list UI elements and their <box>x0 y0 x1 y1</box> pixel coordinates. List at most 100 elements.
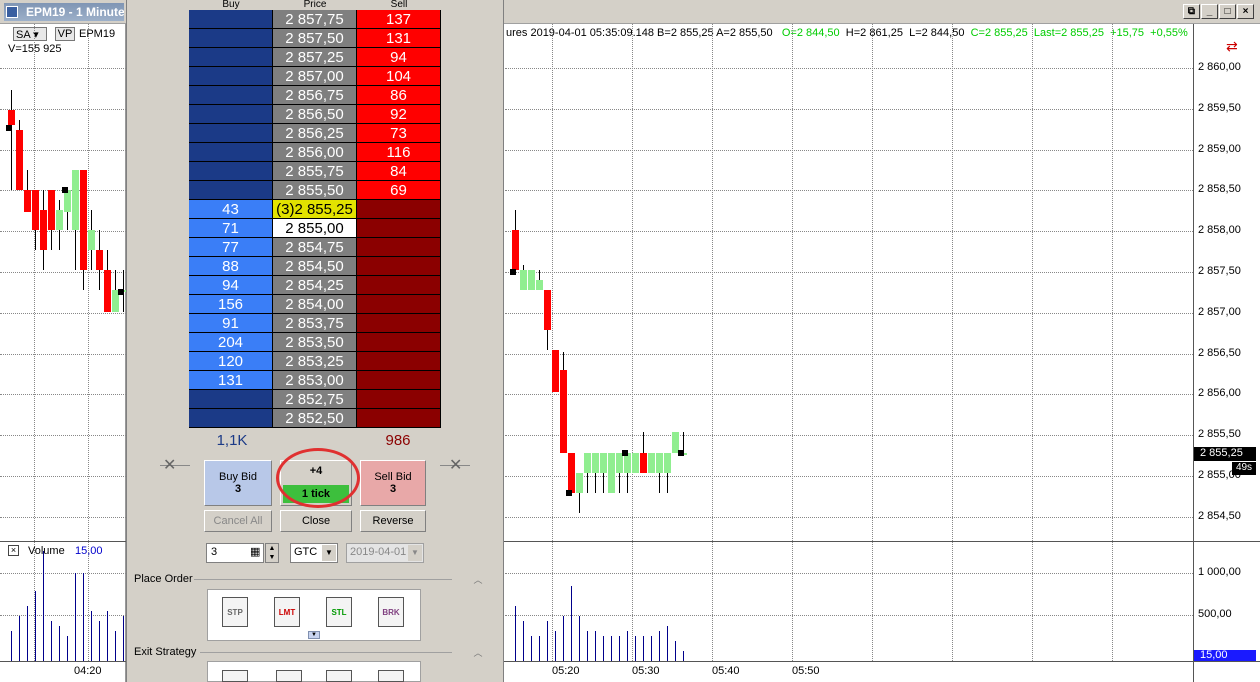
maximize-button[interactable]: □ <box>1219 4 1236 19</box>
ladder-sell-cell[interactable] <box>357 333 441 352</box>
ladder-buy-cell[interactable]: 131 <box>189 371 273 390</box>
close-right-icon[interactable]: ✕ <box>449 455 462 475</box>
ladder-buy-cell[interactable]: 204 <box>189 333 273 352</box>
ladder-buy-cell[interactable]: 77 <box>189 238 273 257</box>
ladder-sell-cell[interactable]: 73 <box>357 124 441 143</box>
ladder-buy-cell[interactable]: 94 <box>189 276 273 295</box>
order-type-stp-icon[interactable]: STP <box>222 597 248 627</box>
ladder-row[interactable]: 2 856,50 92 <box>189 105 441 124</box>
ladder-sell-cell[interactable] <box>357 352 441 371</box>
ladder-row[interactable]: 2 852,50 <box>189 409 441 428</box>
ladder-row[interactable]: 2 852,75 <box>189 390 441 409</box>
ladder-row[interactable]: 2 857,50 131 <box>189 29 441 48</box>
ladder-row[interactable]: 77 2 854,75 <box>189 238 441 257</box>
sa-dropdown[interactable]: SA ▾ <box>13 27 47 41</box>
ladder-sell-cell[interactable] <box>357 409 441 428</box>
ladder-row[interactable]: 2 857,00 104 <box>189 67 441 86</box>
ladder-row[interactable]: 2 856,00 116 <box>189 143 441 162</box>
ladder-buy-cell[interactable]: 91 <box>189 314 273 333</box>
sell-bid-button[interactable]: Sell Bid 3 <box>360 460 426 506</box>
ladder-buy-cell[interactable]: 43 <box>189 200 273 219</box>
ladder-sell-cell[interactable] <box>357 295 441 314</box>
ladder-sell-cell[interactable]: 131 <box>357 29 441 48</box>
order-type-stl-icon[interactable]: STL <box>326 597 352 627</box>
ladder-sell-cell[interactable] <box>357 238 441 257</box>
reverse-button[interactable]: Reverse <box>360 510 426 532</box>
ladder-row[interactable]: 43 (3)2 855,25 <box>189 200 441 219</box>
ladder-sell-cell[interactable]: 116 <box>357 143 441 162</box>
ladder-sell-cell[interactable]: 104 <box>357 67 441 86</box>
time-tick-label: 04:20 <box>74 665 102 677</box>
trade-arrows-icon[interactable]: ⇄ <box>1226 38 1238 55</box>
ladder-row[interactable]: 204 2 853,50 <box>189 333 441 352</box>
restore-icon[interactable]: ⧉ <box>1183 4 1200 19</box>
ladder-buy-cell[interactable]: 71 <box>189 219 273 238</box>
ladder-buy-cell[interactable] <box>189 390 273 409</box>
ladder-row[interactable]: 2 856,75 86 <box>189 86 441 105</box>
cancel-all-button[interactable]: Cancel All <box>204 510 272 532</box>
ladder-row[interactable]: 2 856,25 73 <box>189 124 441 143</box>
ladder-sell-cell[interactable]: 69 <box>357 181 441 200</box>
tif-select[interactable]: GTC ▼ <box>290 543 338 563</box>
collapse-icon[interactable]: ︿ <box>452 573 504 585</box>
quantity-stepper[interactable]: ▲ ▼ <box>265 543 279 563</box>
ladder-sell-cell[interactable] <box>357 314 441 333</box>
ladder-row[interactable]: 88 2 854,50 <box>189 257 441 276</box>
order-type-brk-icon[interactable]: BRK <box>378 597 404 627</box>
ladder-buy-cell[interactable] <box>189 181 273 200</box>
ladder-row[interactable]: 91 2 853,75 <box>189 314 441 333</box>
ladder-sell-cell[interactable] <box>357 200 441 219</box>
exit-stop-icon[interactable] <box>276 670 302 682</box>
close-position-button[interactable]: Close <box>280 510 352 532</box>
ladder-buy-cell[interactable] <box>189 86 273 105</box>
ladder-buy-cell[interactable] <box>189 48 273 67</box>
ladder-buy-cell[interactable] <box>189 67 273 86</box>
ladder-sell-cell[interactable]: 92 <box>357 105 441 124</box>
ladder-row[interactable]: 2 855,75 84 <box>189 162 441 181</box>
ladder-sell-cell[interactable]: 86 <box>357 86 441 105</box>
ladder-sell-cell[interactable] <box>357 257 441 276</box>
grid-line-h <box>0 353 126 355</box>
vp-toggle[interactable]: VP <box>55 27 75 41</box>
ladder-sell-cell[interactable] <box>357 219 441 238</box>
ladder-buy-cell[interactable]: 120 <box>189 352 273 371</box>
ladder-buy-cell[interactable]: 156 <box>189 295 273 314</box>
ladder-sell-cell[interactable] <box>357 276 441 295</box>
volume-close-icon[interactable]: × <box>8 545 19 556</box>
more-order-types-icon[interactable]: ▼ <box>308 631 320 639</box>
exit-breakeven-icon[interactable] <box>378 670 404 682</box>
ladder-buy-cell[interactable] <box>189 29 273 48</box>
ladder-row[interactable]: 120 2 853,25 <box>189 352 441 371</box>
ladder-row[interactable]: 156 2 854,00 <box>189 295 441 314</box>
ladder-buy-cell[interactable] <box>189 10 273 29</box>
exit-trail-icon[interactable] <box>326 670 352 682</box>
close-button[interactable]: × <box>1237 4 1254 19</box>
ladder-buy-cell[interactable] <box>189 105 273 124</box>
ladder-sell-cell[interactable]: 84 <box>357 162 441 181</box>
ladder-buy-cell[interactable] <box>189 124 273 143</box>
buy-bid-button[interactable]: Buy Bid 3 <box>204 460 272 506</box>
calculator-icon[interactable]: ▦ <box>250 545 260 558</box>
ladder-sell-cell[interactable]: 137 <box>357 10 441 29</box>
ladder-sell-cell[interactable] <box>357 390 441 409</box>
ladder-buy-cell[interactable] <box>189 143 273 162</box>
ladder-sell-cell[interactable]: 94 <box>357 48 441 67</box>
exit-target-icon[interactable] <box>222 670 248 682</box>
ladder-sell-cell[interactable] <box>357 371 441 390</box>
ladder-buy-cell[interactable] <box>189 409 273 428</box>
ladder-row[interactable]: 2 855,50 69 <box>189 181 441 200</box>
ladder-row[interactable]: 71 2 855,00 <box>189 219 441 238</box>
ladder-row[interactable]: 2 857,75 137 <box>189 10 441 29</box>
volume-tag: 15,00 <box>1194 650 1256 661</box>
minimize-button[interactable]: _ <box>1201 4 1218 19</box>
price-ladder[interactable]: Buy Price Sell 2 857,75 137 2 857,50 131 2 8… <box>189 0 441 430</box>
exit-strategy-header: Exit Strategy <box>134 646 197 658</box>
ladder-buy-cell[interactable] <box>189 162 273 181</box>
ladder-buy-cell[interactable]: 88 <box>189 257 273 276</box>
close-left-icon[interactable]: ✕ <box>163 455 176 475</box>
ladder-row[interactable]: 2 857,25 94 <box>189 48 441 67</box>
ladder-row[interactable]: 94 2 854,25 <box>189 276 441 295</box>
collapse-icon[interactable]: ︿ <box>452 646 504 658</box>
ladder-row[interactable]: 131 2 853,00 <box>189 371 441 390</box>
order-type-lmt-icon[interactable]: LMT <box>274 597 300 627</box>
